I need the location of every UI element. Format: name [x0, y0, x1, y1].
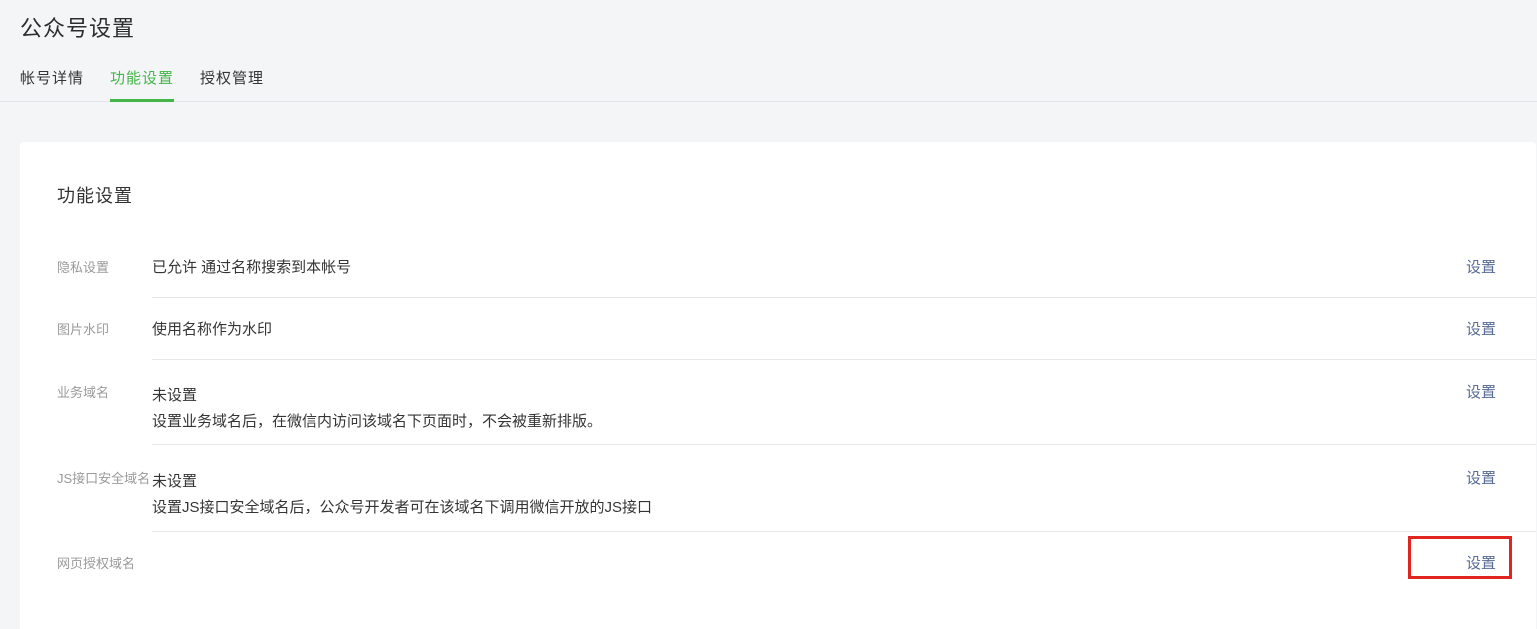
row-js-interface-safe-domain: JS接口安全域名 未设置 设置JS接口安全域名后，公众号开发者可在该域名下调用微… — [20, 445, 1536, 532]
row-value: 未设置 — [152, 469, 1466, 495]
row-label: 图片水印 — [57, 320, 152, 340]
business-domain-set-link[interactable]: 设置 — [1466, 383, 1496, 403]
page-header: 公众号设置 帐号详情 功能设置 授权管理 — [0, 0, 1537, 102]
row-webpage-authorization-domain: 网页授权域名 设置 — [20, 532, 1536, 604]
tab-label: 授权管理 — [200, 70, 264, 87]
tab-bar: 帐号详情 功能设置 授权管理 — [0, 70, 1537, 102]
tab-authorization-management[interactable]: 授权管理 — [200, 70, 264, 101]
function-settings-panel: 功能设置 隐私设置 已允许 通过名称搜索到本帐号 设置 图片水印 使用名称作为水… — [20, 142, 1536, 629]
row-business-domain: 业务域名 未设置 设置业务域名后，在微信内访问该域名下页面时，不会被重新排版。 … — [20, 360, 1536, 445]
page-title: 公众号设置 — [20, 14, 1537, 44]
row-description: 设置JS接口安全域名后，公众号开发者可在该域名下调用微信开放的JS接口 — [152, 495, 1466, 521]
row-label: 隐私设置 — [57, 258, 152, 278]
tab-account-details[interactable]: 帐号详情 — [20, 70, 84, 101]
settings-list: 隐私设置 已允许 通过名称搜索到本帐号 设置 图片水印 使用名称作为水印 设置 … — [20, 238, 1536, 604]
page-body: 功能设置 隐私设置 已允许 通过名称搜索到本帐号 设置 图片水印 使用名称作为水… — [0, 142, 1537, 629]
row-value: 使用名称作为水印 — [152, 320, 1466, 340]
red-highlight-box — [1408, 536, 1512, 579]
image-watermark-set-link[interactable]: 设置 — [1466, 320, 1496, 340]
row-value: 未设置 — [152, 383, 1466, 409]
webpage-auth-domain-set-link[interactable]: 设置 — [1466, 554, 1496, 574]
tab-label: 功能设置 — [110, 70, 174, 87]
active-tab-indicator — [110, 99, 174, 102]
row-label: JS接口安全域名 — [57, 469, 152, 489]
row-image-watermark: 图片水印 使用名称作为水印 设置 — [20, 298, 1536, 360]
privacy-settings-set-link[interactable]: 设置 — [1466, 258, 1496, 278]
tab-label: 帐号详情 — [20, 70, 84, 87]
row-description: 设置业务域名后，在微信内访问该域名下页面时，不会被重新排版。 — [152, 409, 1466, 435]
row-privacy-settings: 隐私设置 已允许 通过名称搜索到本帐号 设置 — [20, 238, 1536, 298]
panel-heading: 功能设置 — [20, 142, 1536, 208]
js-safe-domain-set-link[interactable]: 设置 — [1466, 469, 1496, 489]
row-value: 已允许 通过名称搜索到本帐号 — [152, 258, 1466, 278]
tab-function-settings[interactable]: 功能设置 — [110, 70, 174, 101]
row-label: 业务域名 — [57, 383, 152, 403]
row-label: 网页授权域名 — [57, 554, 152, 574]
